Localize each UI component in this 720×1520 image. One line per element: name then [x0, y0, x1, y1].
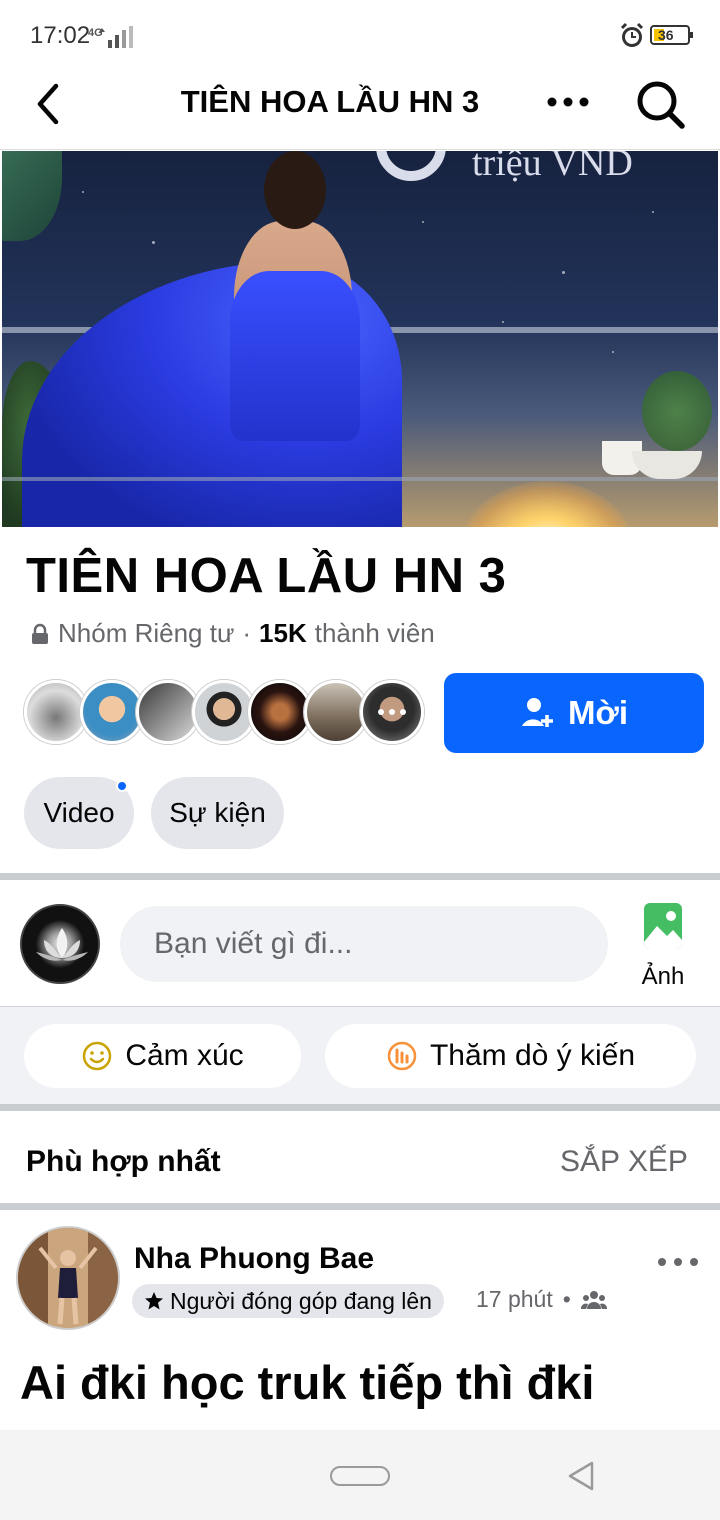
section-divider	[0, 1104, 720, 1111]
smiley-icon	[83, 1041, 112, 1071]
avatar	[248, 680, 312, 744]
top-app-bar: TIÊN HOA LẦU HN 3	[0, 72, 720, 150]
battery-icon: 36	[650, 25, 693, 45]
composer-actions: Cảm xúc Thăm dò ý kiến	[0, 1007, 720, 1105]
feeling-button[interactable]: Cảm xúc	[24, 1024, 301, 1088]
post-time-text: 17 phút	[476, 1286, 553, 1312]
photo-button[interactable]: Ảnh	[630, 902, 696, 994]
avatar	[24, 680, 88, 744]
tab-events-label: Sự kiện	[169, 797, 266, 828]
post-more-icon[interactable]	[656, 1250, 700, 1274]
post-author-avatar[interactable]	[16, 1226, 120, 1330]
group-privacy: Nhóm Riêng tư	[58, 618, 235, 648]
cover-leaves	[642, 371, 712, 451]
contributor-badge[interactable]: Người đóng góp đang lên	[132, 1284, 444, 1318]
more-members-icon	[378, 709, 406, 715]
status-time: 17:02	[30, 22, 91, 49]
member-count: 15K	[259, 618, 307, 648]
lotus-icon	[36, 928, 88, 961]
nav-back-icon[interactable]	[566, 1460, 596, 1492]
tab-video[interactable]: Video	[24, 777, 134, 849]
sort-button[interactable]: SẮP XẾP	[560, 1145, 688, 1179]
tab-video-label: Video	[43, 797, 115, 828]
cover-bowl	[632, 451, 702, 479]
signal-icon: 4G	[88, 26, 133, 48]
tab-events[interactable]: Sự kiện	[151, 777, 284, 849]
avatar	[136, 680, 200, 744]
home-pill-button[interactable]	[330, 1466, 390, 1486]
lock-icon	[32, 623, 48, 644]
sort-order-label: Phù hợp nhất	[26, 1145, 221, 1178]
poll-label: Thăm dò ý kiến	[429, 1039, 636, 1072]
poll-button[interactable]: Thăm dò ý kiến	[325, 1024, 696, 1088]
group-members-icon	[580, 1290, 607, 1309]
photo-icon	[644, 903, 682, 949]
notification-dot	[116, 780, 128, 792]
cover-palm	[2, 151, 62, 241]
badge-label: Người đóng góp đang lên	[170, 1287, 432, 1314]
group-meta[interactable]: Nhóm Riêng tư · 15K thành viên	[30, 618, 435, 649]
post-time-dot: •	[562, 1286, 571, 1312]
cover-head	[264, 151, 326, 229]
post-body-text[interactable]: Ai đki học truk tiếp thì đki	[20, 1352, 720, 1430]
cover-sun	[462, 481, 632, 527]
cover-caption: triệu VND	[472, 151, 633, 184]
battery-level: 36	[658, 27, 674, 43]
post-timestamp: 17 phút •	[476, 1286, 607, 1313]
avatar-photo	[18, 1228, 118, 1328]
poll-icon	[387, 1041, 417, 1071]
cover-railing-lower	[2, 477, 718, 481]
feeling-label: Cảm xúc	[125, 1039, 244, 1072]
section-divider	[0, 1203, 720, 1210]
invite-button[interactable]: Mời	[444, 673, 704, 753]
search-icon[interactable]	[630, 74, 690, 134]
section-divider	[0, 873, 720, 880]
back-arrow-icon[interactable]	[28, 80, 72, 128]
post-composer-input[interactable]: Bạn viết gì đi...	[120, 906, 608, 982]
status-bar: 17:02 4G 36	[0, 0, 720, 72]
page-title: TIÊN HOA LẦU HN 3	[180, 84, 480, 119]
system-nav-bar	[0, 1430, 720, 1520]
member-label: thành viên	[314, 618, 435, 648]
avatar	[80, 680, 144, 744]
cover-logo-ring	[376, 151, 446, 181]
alarm-icon	[620, 22, 644, 47]
post-author-name[interactable]: Nha Phuong Bae	[134, 1242, 374, 1276]
svg-text:4G: 4G	[88, 27, 103, 39]
group-name[interactable]: TIÊN HOA LẦU HN 3	[26, 548, 506, 604]
avatar	[192, 680, 256, 744]
add-person-icon	[521, 698, 553, 727]
member-avatars[interactable]	[24, 680, 426, 744]
invite-label: Mời	[567, 694, 629, 731]
avatar	[360, 680, 424, 744]
photo-label: Ảnh	[641, 963, 685, 990]
cover-gown	[230, 271, 360, 441]
meta-separator: ·	[242, 618, 252, 648]
avatar	[304, 680, 368, 744]
more-options-icon[interactable]	[542, 80, 594, 124]
user-avatar[interactable]	[20, 904, 100, 984]
star-icon	[145, 1292, 163, 1310]
cover-photo[interactable]: triệu VND	[2, 151, 718, 527]
